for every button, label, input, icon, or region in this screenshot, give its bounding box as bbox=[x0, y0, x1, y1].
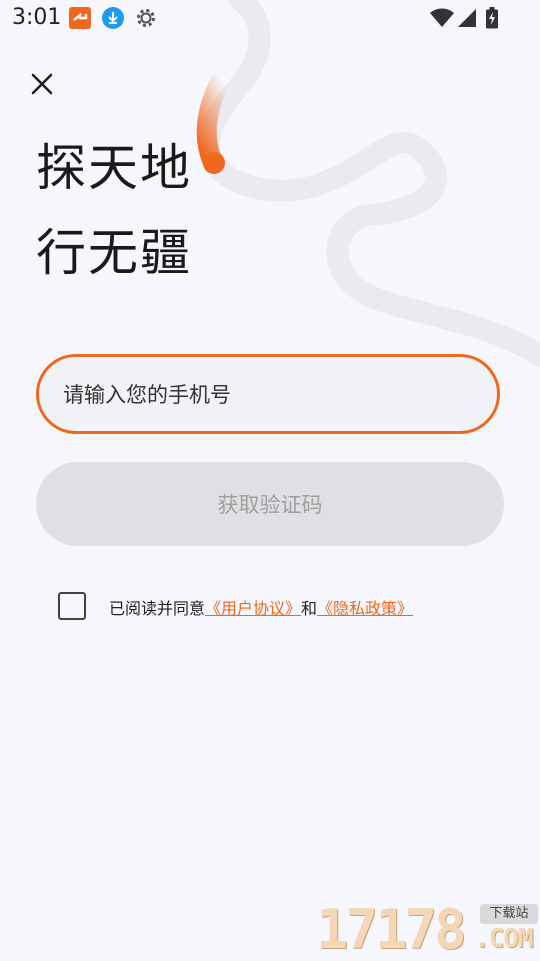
status-time: 3:01 bbox=[12, 5, 62, 30]
wifi-icon bbox=[430, 8, 454, 27]
watermark-com: .COM bbox=[474, 924, 534, 954]
close-button[interactable] bbox=[26, 68, 58, 100]
agreement-prefix: 已阅读并同意 bbox=[109, 599, 206, 618]
privacy-policy-link[interactable]: 《隐私政策》 bbox=[317, 599, 413, 618]
get-verification-code-label: 获取验证码 bbox=[217, 493, 323, 517]
user-agreement-link[interactable]: 《用户协议》 bbox=[205, 599, 301, 618]
headline-line-1: 探天地 bbox=[36, 139, 192, 197]
phone-number-input[interactable] bbox=[61, 357, 485, 433]
app-notification-icon bbox=[69, 7, 91, 29]
battery-charging-icon bbox=[486, 7, 498, 29]
agreement-text: 已阅读并同意《用户协议》和《隐私政策》 bbox=[109, 595, 413, 619]
status-bar: 3:01 bbox=[0, 0, 540, 36]
get-verification-code-button[interactable]: 获取验证码 bbox=[36, 462, 504, 546]
download-icon bbox=[102, 7, 124, 29]
settings-icon bbox=[137, 9, 155, 27]
headline-line-2: 行无疆 bbox=[36, 224, 192, 282]
watermark-badge: 下载站 bbox=[480, 904, 538, 924]
phone-input-container bbox=[36, 354, 500, 434]
watermark-digits: 17178 bbox=[316, 898, 467, 961]
signal-icon bbox=[458, 9, 476, 27]
agreement-checkbox[interactable] bbox=[58, 592, 86, 620]
watermark-logo: 17178 .COM 下载站 bbox=[316, 898, 540, 961]
agreement-and: 和 bbox=[301, 599, 318, 618]
